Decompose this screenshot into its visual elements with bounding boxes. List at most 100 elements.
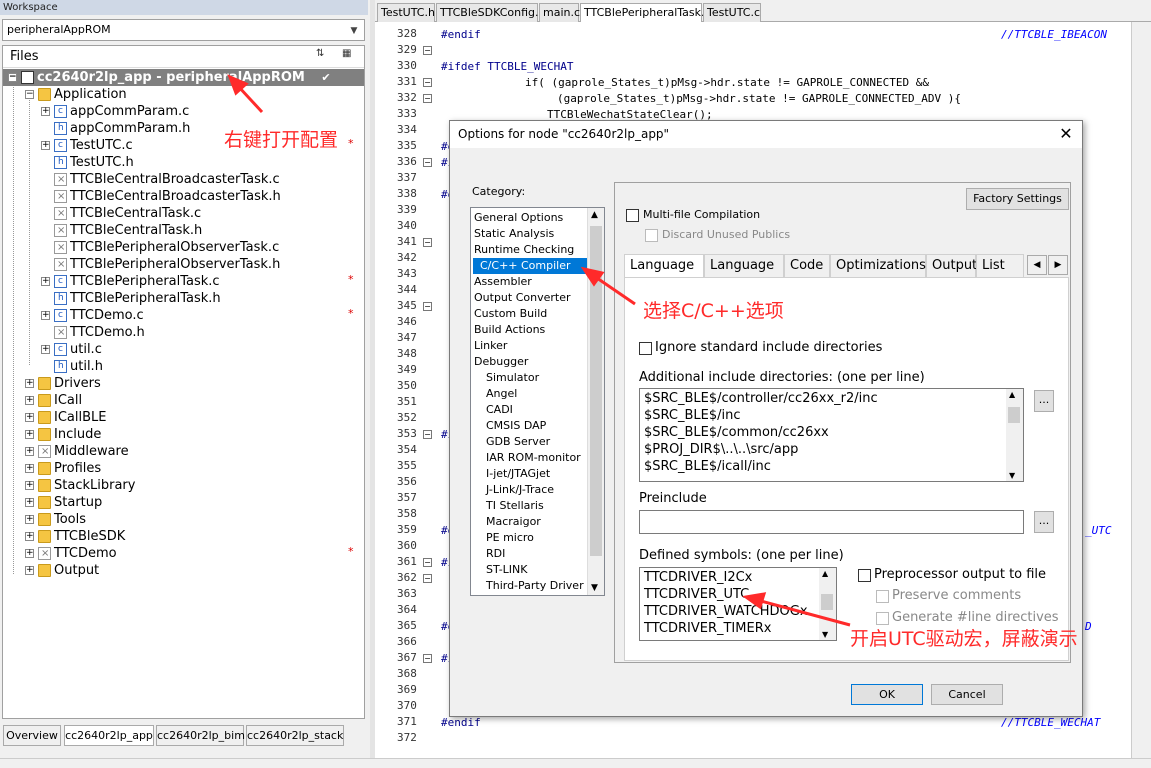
category-item[interactable]: Custom Build [473,306,547,322]
expand-icon[interactable]: + [25,396,34,405]
sort-icon[interactable]: ⇅ [316,48,332,64]
expand-icon[interactable]: + [41,107,50,116]
defined-symbols-textarea[interactable]: TTCDRIVER_I2Cx TTCDRIVER_UTC TTCDRIVER_W… [639,567,837,641]
category-item[interactable]: Linker [473,338,507,354]
tab-testutc-c[interactable]: TestUTC.c [703,3,761,22]
chevron-left-icon[interactable]: ◀ [1027,255,1047,275]
expand-icon[interactable]: + [41,277,50,286]
scroll-thumb[interactable] [1008,407,1020,423]
tree-file[interactable]: TTCBleCentralBroadcasterTask.c [3,171,364,188]
expand-icon[interactable]: + [25,447,34,456]
expand-icon[interactable]: + [41,311,50,320]
tree-file[interactable]: + Middleware [3,443,364,460]
cancel-button[interactable]: Cancel [931,684,1003,705]
tab-language-2[interactable]: Language 2 [704,254,784,294]
category-item[interactable]: ST-LINK [485,562,527,578]
category-item[interactable]: RDI [485,546,505,562]
preinclude-browse-button[interactable]: ... [1034,511,1054,533]
category-scrollbar[interactable]: ▲ ▼ [587,208,604,595]
category-item[interactable]: Macraigor [485,514,541,530]
editor-scrollbar[interactable] [1131,22,1151,760]
ok-button[interactable]: OK [851,684,923,705]
tree-root-project[interactable]: − cc2640r2lp_app - peripheralAppROM ✔ [3,69,364,86]
close-icon[interactable]: ✕ [1056,124,1076,143]
tree-folder[interactable]: + Startup [3,494,364,511]
tab-ttcblesdkconfig-h[interactable]: TTCBleSDKConfig.h [436,3,545,22]
tree-folder[interactable]: + ICallBLE [3,409,364,426]
tree-file[interactable]: TTCDemo.h [3,324,364,341]
ignore-std-include-checkbox[interactable] [639,342,652,355]
tab-cc2640r2lp-bim[interactable]: cc2640r2lp_bim [156,725,245,746]
factory-settings-button[interactable]: Factory Settings [966,188,1069,210]
tree-file[interactable]: TTCBlePeripheralTask.h [3,290,364,307]
category-item[interactable]: Static Analysis [473,226,554,242]
fold-icon[interactable]: − [423,430,432,439]
preprocessor-output-checkbox[interactable] [858,569,871,582]
tab-overview[interactable]: Overview [3,725,61,746]
category-item[interactable]: Angel [485,386,517,402]
expand-icon[interactable]: + [25,379,34,388]
category-item[interactable]: Third-Party Driver [485,578,584,594]
include-dirs-scrollbar[interactable]: ▲ ▼ [1006,389,1023,481]
category-item[interactable]: GDB Server [485,434,550,450]
category-item[interactable]: Assembler [473,274,532,290]
tree-file[interactable]: TestUTC.h [3,154,364,171]
tree-file[interactable]: + TTCBlePeripheralTask.c * [3,273,364,290]
expand-icon[interactable]: + [25,481,34,490]
expand-icon[interactable]: + [41,141,50,150]
category-item[interactable]: Debugger [473,354,528,370]
category-item[interactable]: Output Converter [473,290,571,306]
expand-icon[interactable]: + [25,498,34,507]
tab-ttcbleperipheraltask-c[interactable]: TTCBlePeripheralTask.c [580,3,711,22]
category-item[interactable]: Build Actions [473,322,545,338]
category-item[interactable]: CADI [485,402,513,418]
fold-icon[interactable]: − [423,654,432,663]
collapse-icon[interactable]: − [25,90,34,99]
include-browse-button[interactable]: ... [1034,390,1054,412]
category-item[interactable]: Runtime Checking [473,242,574,258]
category-item[interactable]: J-Link/J-Trace [485,482,554,498]
fold-icon[interactable]: − [423,94,432,103]
expand-icon[interactable]: + [25,566,34,575]
category-item[interactable]: Simulator [485,370,539,386]
category-list[interactable]: General Options Static Analysis Runtime Ch… [470,207,605,596]
tree-folder[interactable]: + Tools [3,511,364,528]
tree-folder[interactable]: + Include [3,426,364,443]
options-icon[interactable]: ▦ [342,48,358,64]
scroll-up-icon[interactable]: ▲ [1009,390,1015,399]
scroll-down-icon[interactable]: ▼ [591,583,598,593]
tree-file[interactable]: TTCBleCentralTask.c [3,205,364,222]
expand-icon[interactable]: + [25,413,34,422]
tab-list[interactable]: List [976,254,1024,277]
tab-main-c[interactable]: main.c [539,3,580,22]
chevron-down-icon[interactable]: ▼ [346,21,362,39]
category-item[interactable]: PE micro [485,530,534,546]
chevron-right-icon[interactable]: ▶ [1048,255,1068,275]
fold-icon[interactable]: − [423,238,432,247]
tree-file[interactable]: + TTCDemo.c * [3,307,364,324]
category-item[interactable]: I-jet/JTAGjet [485,466,550,482]
fold-icon[interactable]: − [423,78,432,87]
scroll-up-icon[interactable]: ▲ [591,210,598,220]
scroll-thumb[interactable] [821,594,833,610]
tab-cc2640r2lp-stack[interactable]: cc2640r2lp_stack [246,725,344,746]
tree-file[interactable]: TTCBleCentralBroadcasterTask.h [3,188,364,205]
tab-testutc-h[interactable]: TestUTC.h [377,3,435,22]
configuration-select[interactable]: peripheralAppROM ▼ [2,19,365,41]
tree-file[interactable]: TTCBleCentralTask.h [3,222,364,239]
tree-file[interactable]: + TTCDemo * [3,545,364,562]
category-item[interactable]: General Options [473,210,563,226]
category-item[interactable]: TI Stellaris [485,498,544,514]
fold-icon[interactable]: − [423,46,432,55]
tree-folder[interactable]: + ICall [3,392,364,409]
expand-icon[interactable]: + [25,464,34,473]
expand-icon[interactable]: + [25,515,34,524]
expand-icon[interactable]: + [41,345,50,354]
include-dirs-textarea[interactable]: $SRC_BLE$/controller/cc26xx_r2/inc $SRC_… [639,388,1024,482]
symbols-scrollbar[interactable]: ▲ ▼ [819,568,836,640]
fold-icon[interactable]: − [423,558,432,567]
tree-folder[interactable]: + TTCBleSDK [3,528,364,545]
tree-file[interactable]: TTCBlePeripheralObserverTask.h [3,256,364,273]
scroll-thumb[interactable] [590,226,602,556]
tree-file[interactable]: + util.c [3,341,364,358]
